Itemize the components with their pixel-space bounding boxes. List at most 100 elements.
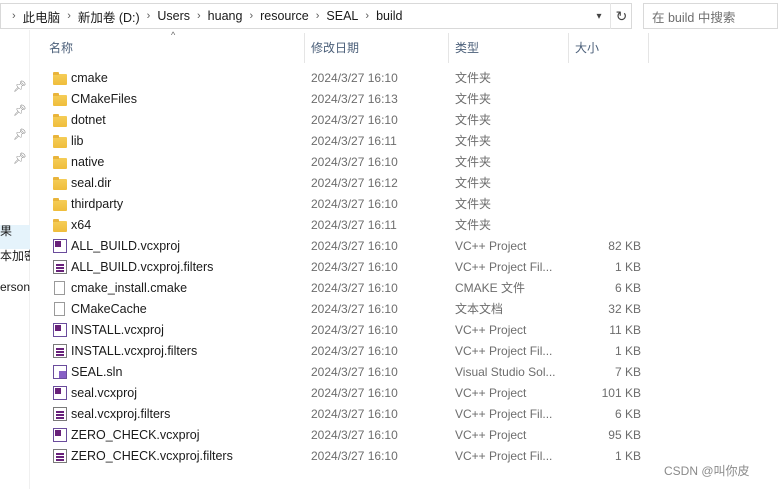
watermark: CSDN @叫你皮 xyxy=(664,464,750,478)
file-row[interactable]: lib 2024/3/27 16:11 文件夹 xyxy=(31,131,778,152)
breadcrumb-drive-d[interactable]: 新加卷 (D:) xyxy=(78,7,140,26)
file-date: 2024/3/27 16:10 xyxy=(311,449,398,463)
nav-item-label[interactable]: ersona xyxy=(0,280,30,294)
file-row[interactable]: CMakeCache 2024/3/27 16:10 文本文档 32 KB xyxy=(31,299,778,320)
file-row[interactable]: INSTALL.vcxproj 2024/3/27 16:10 VC++ Proje… xyxy=(31,320,778,341)
file-row[interactable]: CMakeFiles 2024/3/27 16:13 文件夹 xyxy=(31,89,778,110)
breadcrumb-seal[interactable]: SEAL xyxy=(326,9,358,23)
nav-item-label[interactable]: 本加密 xyxy=(0,247,30,264)
file-row[interactable]: SEAL.sln 2024/3/27 16:10 Visual Studio Sol… xyxy=(31,362,778,383)
vcxproj-icon xyxy=(53,386,67,400)
file-row[interactable]: seal.dir 2024/3/27 16:12 文件夹 xyxy=(31,173,778,194)
file-type: 文件夹 xyxy=(455,197,492,211)
file-name: x64 xyxy=(71,218,92,232)
file-size: 32 KB xyxy=(608,302,641,316)
file-name: ALL_BUILD.vcxproj.filters xyxy=(71,260,214,274)
chevron-right-icon[interactable]: › xyxy=(242,10,260,22)
pin-icon: 📌︎ xyxy=(13,129,27,141)
file-date: 2024/3/27 16:10 xyxy=(311,323,398,337)
file-type: 文本文档 xyxy=(455,302,504,316)
file-row[interactable]: INSTALL.vcxproj.filters 2024/3/27 16:10 VC… xyxy=(31,341,778,362)
folder-icon xyxy=(53,135,67,148)
breadcrumb-build[interactable]: build xyxy=(376,9,402,23)
file-name: lib xyxy=(71,134,84,148)
folder-icon xyxy=(53,93,67,106)
file-type: 文件夹 xyxy=(455,218,492,232)
breadcrumb-this-pc[interactable]: 此电脑 xyxy=(23,7,61,26)
file-name: thirdparty xyxy=(71,197,124,211)
pin-icon: 📌︎ xyxy=(13,105,27,117)
sln-icon xyxy=(53,365,67,379)
chevron-right-icon[interactable]: › xyxy=(140,10,158,22)
breadcrumb-resource[interactable]: resource xyxy=(260,9,309,23)
file-type: VC++ Project xyxy=(455,323,527,337)
file-row[interactable]: cmake 2024/3/27 16:10 文件夹 xyxy=(31,68,778,89)
file-name: SEAL.sln xyxy=(71,365,123,379)
document-icon xyxy=(54,281,65,295)
column-header-date[interactable]: 修改日期 xyxy=(305,33,449,63)
chevron-right-icon[interactable]: › xyxy=(60,10,78,22)
file-date: 2024/3/27 16:11 xyxy=(311,218,397,232)
file-type: 文件夹 xyxy=(455,71,492,85)
file-date: 2024/3/27 16:11 xyxy=(311,134,397,148)
file-date: 2024/3/27 16:10 xyxy=(311,281,398,295)
file-list: cmake 2024/3/27 16:10 文件夹 CMakeFiles 2024/3/… xyxy=(31,68,778,467)
file-name: seal.vcxproj.filters xyxy=(71,407,171,421)
chevron-right-icon[interactable]: › xyxy=(309,10,327,22)
file-row[interactable]: seal.vcxproj 2024/3/27 16:10 VC++ Project 1… xyxy=(31,383,778,404)
file-name: ZERO_CHECK.vcxproj.filters xyxy=(71,449,233,463)
file-type: 文件夹 xyxy=(455,176,492,190)
file-date: 2024/3/27 16:10 xyxy=(311,71,398,85)
search-input[interactable]: 在 build 中搜索 xyxy=(643,3,778,29)
file-row[interactable]: ALL_BUILD.vcxproj 2024/3/27 16:10 VC++ Pro… xyxy=(31,236,778,257)
file-name: CMakeFiles xyxy=(71,92,137,106)
breadcrumb-huang[interactable]: huang xyxy=(208,9,243,23)
file-name: dotnet xyxy=(71,113,106,127)
address-bar[interactable]: › 此电脑 › 新加卷 (D:) › Users › huang › resou… xyxy=(0,3,632,29)
file-name: ZERO_CHECK.vcxproj xyxy=(71,428,200,442)
file-date: 2024/3/27 16:10 xyxy=(311,344,398,358)
document-icon xyxy=(54,302,65,316)
column-header-row: ^ 名称 修改日期 类型 大小 xyxy=(31,30,778,63)
file-date: 2024/3/27 16:10 xyxy=(311,197,398,211)
chevron-right-icon[interactable]: › xyxy=(190,10,208,22)
file-row[interactable]: ZERO_CHECK.vcxproj 2024/3/27 16:10 VC++ Pr… xyxy=(31,425,778,446)
file-type: 文件夹 xyxy=(455,92,492,106)
breadcrumb-users[interactable]: Users xyxy=(157,9,190,23)
folder-icon xyxy=(53,156,67,169)
file-name: INSTALL.vcxproj xyxy=(71,323,164,337)
column-header-type[interactable]: 类型 xyxy=(449,33,569,63)
file-type: VC++ Project Fil... xyxy=(455,407,553,421)
file-type: VC++ Project Fil... xyxy=(455,449,553,463)
file-date: 2024/3/27 16:10 xyxy=(311,428,398,442)
file-type: VC++ Project xyxy=(455,386,527,400)
file-name: seal.dir xyxy=(71,176,112,190)
vcxproj-icon xyxy=(53,428,67,442)
file-name: CMakeCache xyxy=(71,302,147,316)
file-row[interactable]: x64 2024/3/27 16:11 文件夹 xyxy=(31,215,778,236)
file-size: 82 KB xyxy=(608,239,641,253)
file-row[interactable]: dotnet 2024/3/27 16:10 文件夹 xyxy=(31,110,778,131)
chevron-down-icon[interactable]: ▾ xyxy=(589,4,609,28)
file-date: 2024/3/27 16:10 xyxy=(311,113,398,127)
chevron-right-icon[interactable]: › xyxy=(358,10,376,22)
chevron-right-icon[interactable]: › xyxy=(5,10,23,22)
column-header-name[interactable]: 名称 xyxy=(43,33,305,63)
file-name: cmake_install.cmake xyxy=(71,281,188,295)
file-row[interactable]: native 2024/3/27 16:10 文件夹 xyxy=(31,152,778,173)
file-row[interactable]: cmake_install.cmake 2024/3/27 16:10 CMAKE … xyxy=(31,278,778,299)
file-row[interactable]: thirdparty 2024/3/27 16:10 文件夹 xyxy=(31,194,778,215)
folder-icon xyxy=(53,72,67,85)
file-name: cmake xyxy=(71,71,108,85)
file-name: seal.vcxproj xyxy=(71,386,137,400)
filters-icon xyxy=(53,407,67,421)
column-header-size[interactable]: 大小 xyxy=(569,33,649,63)
pin-icon: 📌︎ xyxy=(13,153,27,165)
file-type: VC++ Project Fil... xyxy=(455,344,553,358)
file-row[interactable]: ALL_BUILD.vcxproj.filters 2024/3/27 16:10… xyxy=(31,257,778,278)
nav-item-label[interactable]: 果 xyxy=(0,222,30,239)
file-row[interactable]: seal.vcxproj.filters 2024/3/27 16:10 VC++ … xyxy=(31,404,778,425)
refresh-icon[interactable]: ↻ xyxy=(610,3,632,29)
vcxproj-icon xyxy=(53,239,67,253)
folder-icon xyxy=(53,198,67,211)
